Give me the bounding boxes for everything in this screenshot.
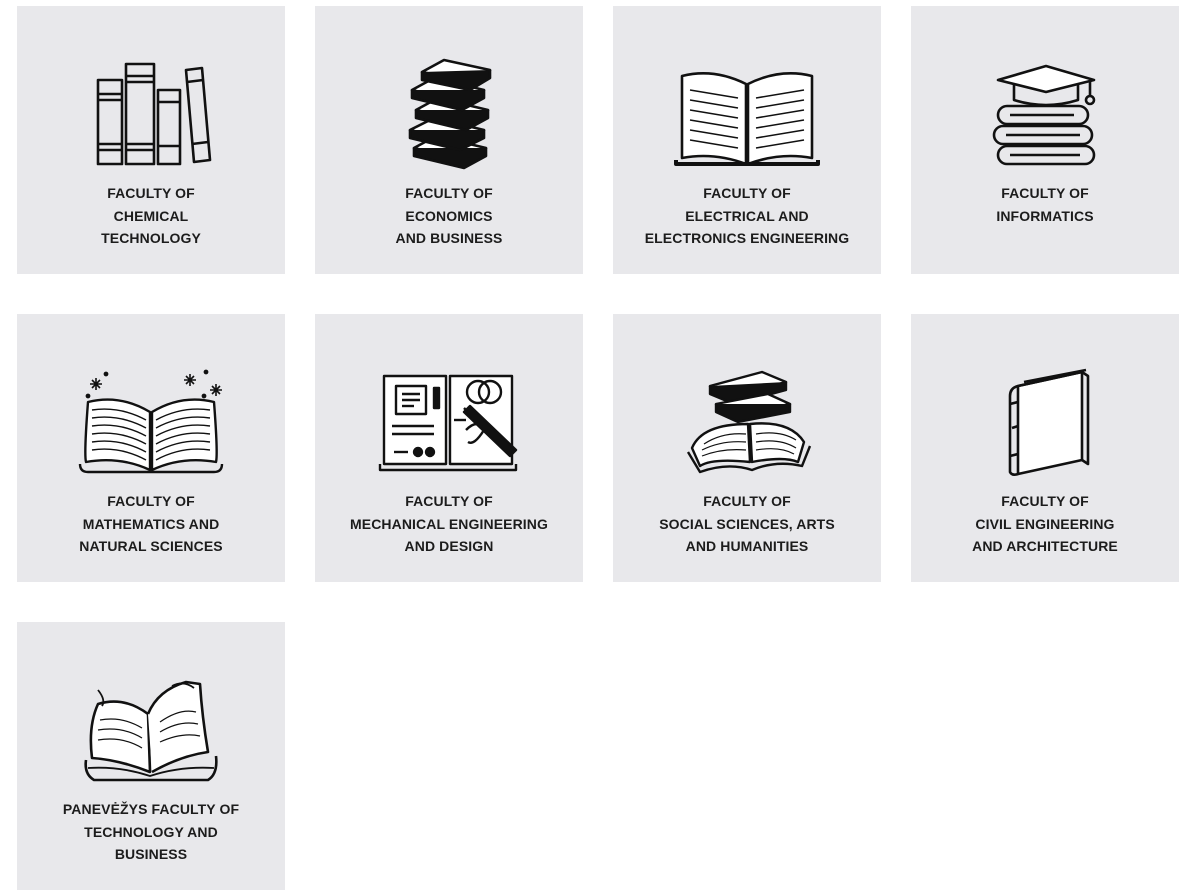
faculty-card-mechanical-engineering-design[interactable]: FACULTY OF MECHANICAL ENGINEERING AND DE…: [315, 314, 583, 582]
closed-book-icon: [911, 368, 1179, 476]
faculty-card-economics-business[interactable]: FACULTY OF ECONOMICS AND BUSINESS: [315, 6, 583, 274]
faculty-label: PANEVĖŽYS FACULTY OF TECHNOLOGY AND BUSI…: [62, 801, 240, 862]
faculty-label: FACULTY OF MATHEMATICS AND NATURAL SCIEN…: [79, 493, 223, 554]
faculty-card-electrical-electronics[interactable]: FACULTY OF ELECTRICAL AND ELECTRONICS EN…: [613, 6, 881, 274]
faculty-label: FACULTY OF CIVIL ENGINEERING AND ARCHITE…: [972, 493, 1118, 554]
book-stack-icon: [315, 58, 583, 170]
faculty-label: FACULTY OF ECONOMICS AND BUSINESS: [395, 185, 503, 246]
faculty-grid: FACULTY OF CHEMICAL TECHNOLOGY FACULTY O…: [17, 6, 1179, 890]
faculty-card-social-sciences-arts-humanities[interactable]: FACULTY OF SOCIAL SCIENCES, ARTS AND HUM…: [613, 314, 881, 582]
open-book-icon: [613, 60, 881, 168]
old-open-book-icon: [17, 676, 285, 784]
faculty-card-civil-engineering-architecture[interactable]: FACULTY OF CIVIL ENGINEERING AND ARCHITE…: [911, 314, 1179, 582]
faculty-label: FACULTY OF CHEMICAL TECHNOLOGY: [101, 185, 201, 246]
faculty-label: FACULTY OF ELECTRICAL AND ELECTRONICS EN…: [644, 185, 850, 246]
faculty-label: FACULTY OF SOCIAL SCIENCES, ARTS AND HUM…: [659, 493, 835, 554]
faculty-label: FACULTY OF INFORMATICS: [996, 185, 1094, 224]
graduation-cap-books-icon: [911, 60, 1179, 168]
books-and-open-book-icon: [613, 368, 881, 476]
faculty-card-mathematics-natural-sciences[interactable]: FACULTY OF MATHEMATICS AND NATURAL SCIEN…: [17, 314, 285, 582]
faculty-card-panevezys-technology-business[interactable]: PANEVĖŽYS FACULTY OF TECHNOLOGY AND BUSI…: [17, 622, 285, 890]
faculty-card-informatics[interactable]: FACULTY OF INFORMATICS: [911, 6, 1179, 274]
faculty-card-chemical-technology[interactable]: FACULTY OF CHEMICAL TECHNOLOGY: [17, 6, 285, 274]
sparkle-open-book-icon: [17, 368, 285, 476]
books-row-icon: [17, 60, 285, 168]
faculty-label: FACULTY OF MECHANICAL ENGINEERING AND DE…: [350, 493, 548, 554]
notebook-pen-icon: [315, 368, 583, 476]
